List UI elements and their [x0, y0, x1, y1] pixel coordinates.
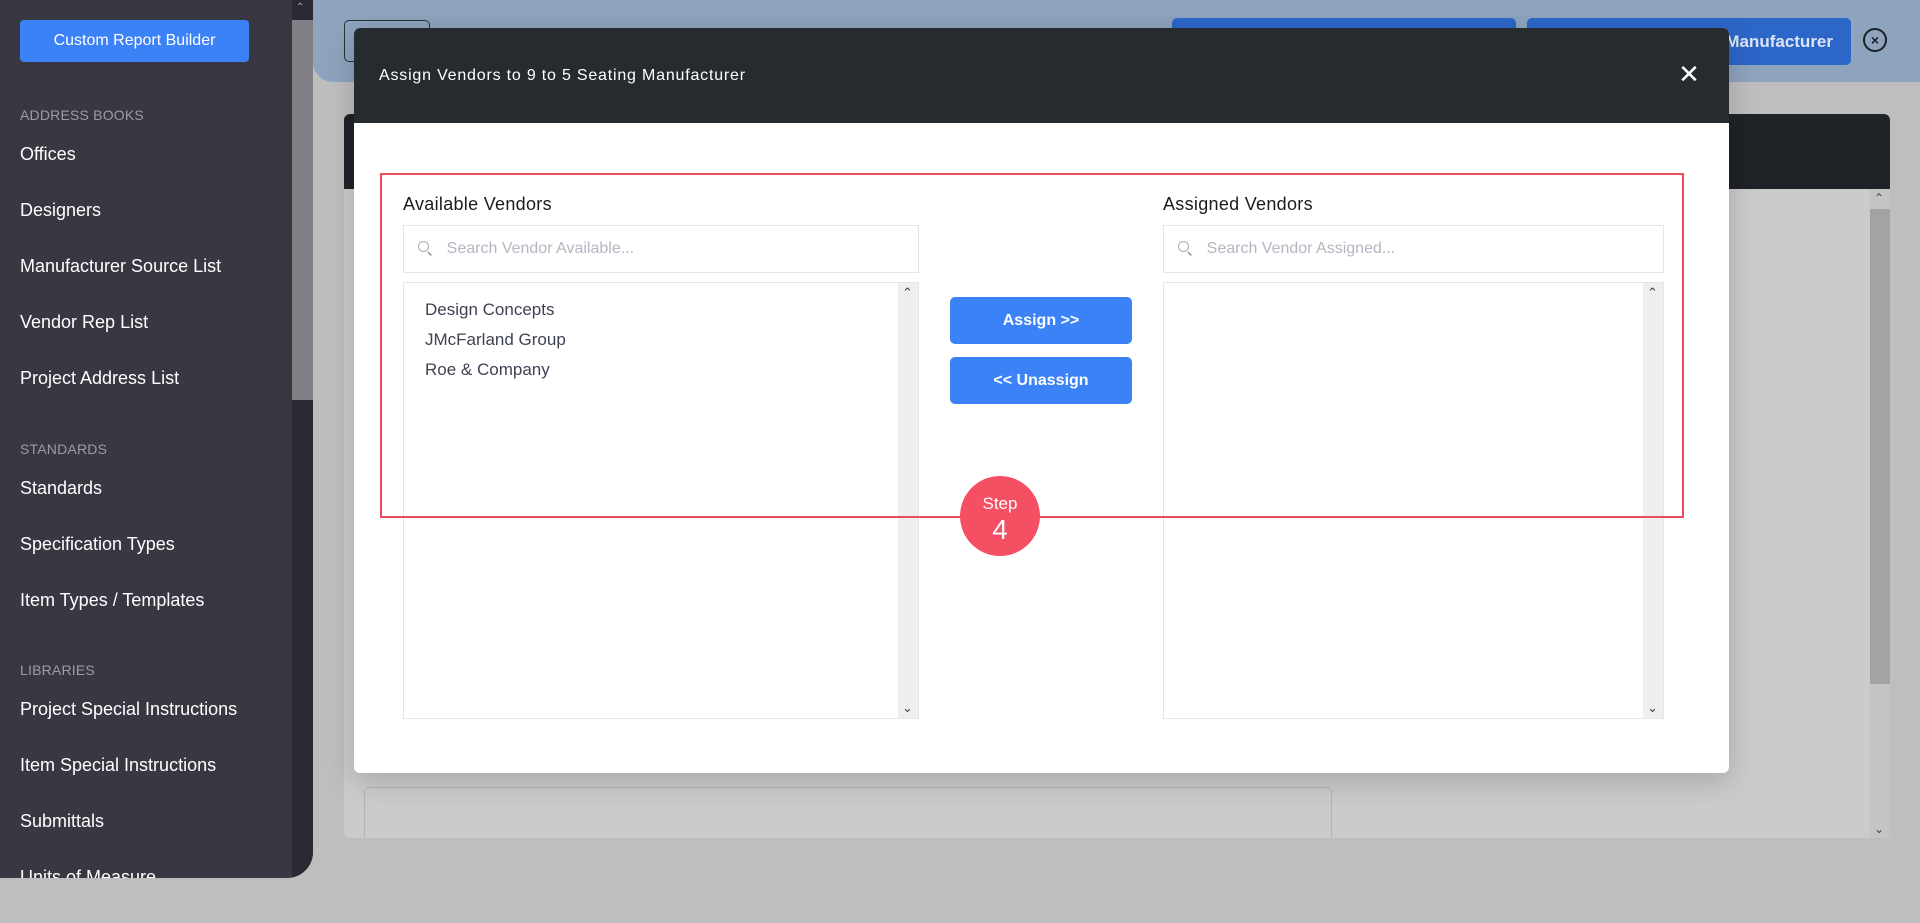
search-icon — [1178, 241, 1193, 257]
unassign-button[interactable]: << Unassign — [950, 357, 1132, 404]
assigned-list-scrollbar[interactable]: ⌃ ⌄ — [1643, 283, 1663, 718]
assign-vendors-modal: Assign Vendors to 9 to 5 Seating Manufac… — [354, 28, 1729, 773]
search-icon — [418, 241, 433, 257]
chevron-up-icon[interactable]: ⌃ — [1647, 285, 1658, 301]
close-icon[interactable]: ✕ — [1677, 61, 1701, 87]
chevron-down-icon[interactable]: ⌄ — [1647, 700, 1658, 716]
assigned-vendors-list[interactable]: ⌃ ⌄ — [1163, 282, 1664, 719]
modal-title: Assign Vendors to 9 to 5 Seating Manufac… — [379, 67, 746, 84]
available-vendors-list[interactable]: Design Concepts JMcFarland Group Roe & C… — [403, 282, 919, 719]
assigned-vendors-label: Assigned Vendors — [1163, 194, 1313, 214]
available-list-scrollbar[interactable]: ⌃ ⌄ — [898, 283, 918, 718]
assigned-search-input[interactable] — [1206, 240, 1663, 258]
available-search-box — [403, 225, 919, 273]
assign-button[interactable]: Assign >> — [950, 297, 1132, 344]
chevron-up-icon[interactable]: ⌃ — [902, 285, 913, 301]
available-search-input[interactable] — [446, 240, 918, 258]
list-item[interactable]: Design Concepts — [425, 300, 554, 320]
available-vendors-label: Available Vendors — [403, 194, 552, 214]
chevron-down-icon[interactable]: ⌄ — [902, 700, 913, 716]
list-item[interactable]: JMcFarland Group — [425, 330, 566, 350]
list-item[interactable]: Roe & Company — [425, 360, 550, 380]
modal-header: Assign Vendors to 9 to 5 Seating Manufac… — [354, 28, 1729, 123]
assigned-search-box — [1163, 225, 1664, 273]
